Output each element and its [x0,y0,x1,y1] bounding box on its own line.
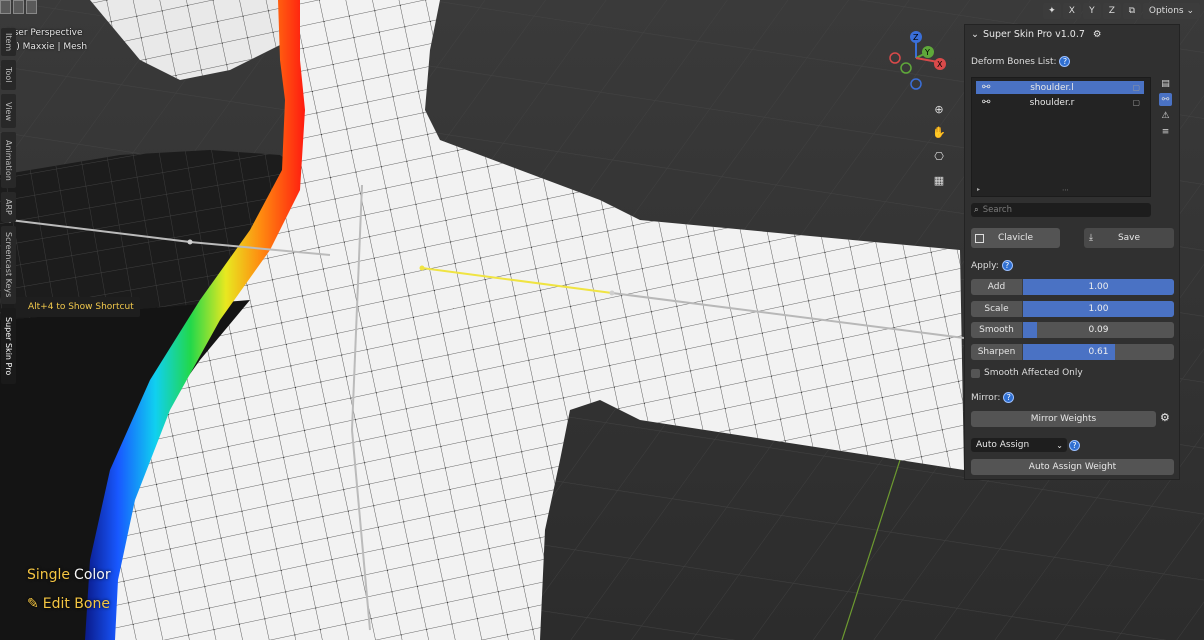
download-icon: ⤓ [1089,233,1093,243]
apply-label: Apply: [971,261,999,271]
warning-icon[interactable]: ⚠ [1159,109,1172,122]
tab-super-skin-pro[interactable]: Super Skin Pro [1,308,16,384]
slider-label: Smooth [971,322,1022,338]
scale-slider[interactable]: Scale 1.00 [971,301,1174,317]
tab-item[interactable]: Item [1,28,16,56]
preset-button[interactable]: Clavicle [971,228,1060,248]
axis-z-toggle[interactable]: Z [1102,3,1121,19]
gizmo-y-label: Y [924,48,930,57]
bone-name: shoulder.r [1029,97,1075,108]
mode-line-1: Single Color [27,567,111,583]
tab-tool[interactable]: Tool [1,60,16,90]
search-placeholder: Search [982,205,1012,215]
mirror-label-row: Mirror: ? [971,392,1015,403]
bone-name: shoulder.l [1030,82,1074,93]
slider-label: Add [971,279,1022,295]
menu-icon[interactable]: ≡ [1159,125,1172,138]
auto-assign-weight-button[interactable]: Auto Assign Weight [971,459,1174,475]
tab-view[interactable]: View [1,94,16,128]
deform-bones-text: Deform Bones List: [971,57,1057,67]
help-icon[interactable]: ? [1003,392,1015,403]
panel-header[interactable]: ⌄ Super Skin Pro v1.0.7 ⚙ [971,29,1101,40]
settings-gear-icon[interactable]: ⚙ [1093,29,1102,40]
help-icon[interactable]: ? [1059,56,1071,67]
slider-value: 0.61 [1088,347,1109,357]
panel-title: Super Skin Pro v1.0.7 [982,29,1085,40]
auto-assign-weight-label: Auto Assign Weight [1028,462,1117,472]
axis-x-toggle[interactable]: X [1062,3,1081,19]
mode-icon[interactable] [0,0,11,14]
slider-track[interactable]: 1.00 [1023,279,1174,295]
smooth-affected-label: Smooth Affected Only [984,368,1083,378]
mirror-weights-label: Mirror Weights [1030,414,1097,424]
slider-track[interactable]: 0.09 [1023,322,1174,338]
select-icon[interactable] [13,0,24,14]
auto-assign-option: Auto Assign [976,440,1030,450]
axis-y-toggle[interactable]: Y [1082,3,1101,19]
grid-perspective-icon[interactable]: ▦ [930,171,948,189]
resize-handle-icon[interactable]: ⋯ [1062,186,1069,194]
header-right: ✦ X Y Z ⧉ Options ⌄ [1042,0,1204,22]
add-slider[interactable]: Add 1.00 [971,279,1174,295]
gizmo-z-label: Z [913,33,919,42]
apply-label-row: Apply: ? [971,260,1013,271]
preset-icon [975,233,984,243]
list-view-icon[interactable]: ▤ [1159,77,1172,90]
mesh-icon[interactable] [26,0,37,14]
search-icon: ⌕ [974,205,979,215]
list-item[interactable]: ⚯ shoulder.r ▢ [976,96,1144,109]
options-menu[interactable]: Options ⌄ [1142,3,1200,19]
smooth-slider[interactable]: Smooth 0.09 [971,322,1174,338]
save-label: Save [1117,233,1141,243]
list-side-icons: ▤ ⚯ ⚠ ≡ [1159,77,1173,141]
slider-value: 1.00 [1088,282,1109,292]
object-label: (0) Maxxie | Mesh [7,42,88,52]
slider-label: Scale [971,301,1022,317]
bone-filter-icon[interactable]: ⚯ [1159,93,1172,106]
mode-line1-part1: Single [27,567,71,583]
bone-icon: ✎ [27,596,39,612]
deform-bones-list[interactable]: ⚯ shoulder.l ▢ ⚯ shoulder.r ▢ ▸ ⋯ [971,77,1151,197]
mode-line1-part2: Color [74,567,111,583]
smooth-affected-checkbox[interactable] [971,369,980,378]
search-input[interactable]: ⌕ Search [971,203,1151,217]
pan-hand-icon[interactable]: ✋ [930,123,948,141]
help-icon[interactable]: ? [1069,440,1080,451]
shortcut-hint: Alt+4 to Show Shortcut [14,297,140,317]
preset-name: Clavicle [997,233,1034,243]
chevron-down-icon: ⌄ [1056,440,1063,450]
options-label: Options [1148,6,1184,16]
auto-assign-dropdown[interactable]: Auto Assign ⌄ [971,438,1067,452]
slider-value: 1.00 [1088,304,1109,314]
tab-animation[interactable]: Animation [1,132,16,188]
zoom-icon[interactable]: ⊕ [930,100,948,118]
super-skin-pro-panel: ⌄ Super Skin Pro v1.0.7 ⚙ Deform Bones L… [964,24,1180,480]
slider-label: Sharpen [971,344,1022,360]
perspective-label: User Perspective [7,28,83,38]
mode-line2: Edit Bone [42,596,110,612]
sharpen-slider[interactable]: Sharpen 0.61 [971,344,1174,360]
save-button[interactable]: ⤓ Save [1084,228,1174,248]
gizmo-x-label: X [937,60,943,69]
mode-line-2: ✎ Edit Bone [27,596,110,612]
mirror-weights-button[interactable]: Mirror Weights [971,411,1156,427]
butterfly-icon[interactable]: ✦ [1042,3,1061,19]
collapse-chevron-icon[interactable]: ⌄ [971,29,979,40]
help-icon[interactable]: ? [1001,260,1013,271]
slider-track[interactable]: 0.61 [1023,344,1174,360]
deform-bones-label: Deform Bones List: ? [971,56,1071,67]
lock-icon[interactable]: ▢ [1132,83,1140,92]
camera-icon[interactable]: ⎔ [930,147,948,165]
slider-value: 0.09 [1088,325,1109,335]
editor-type-buttons[interactable] [0,0,37,18]
lock-icon[interactable]: ▢ [1132,98,1140,107]
mirror-label: Mirror: [971,393,1001,403]
mirror-settings-gear-icon[interactable]: ⚙ [1160,411,1170,424]
list-item[interactable]: ⚯ shoulder.l ▢ [976,81,1144,94]
expand-triangle-icon[interactable]: ▸ [977,186,980,193]
mirror-icon[interactable]: ⧉ [1122,3,1141,19]
tab-screencast-keys[interactable]: Screencast Keys [1,226,16,304]
tab-arp[interactable]: ARP [1,192,16,222]
slider-track[interactable]: 1.00 [1023,301,1174,317]
